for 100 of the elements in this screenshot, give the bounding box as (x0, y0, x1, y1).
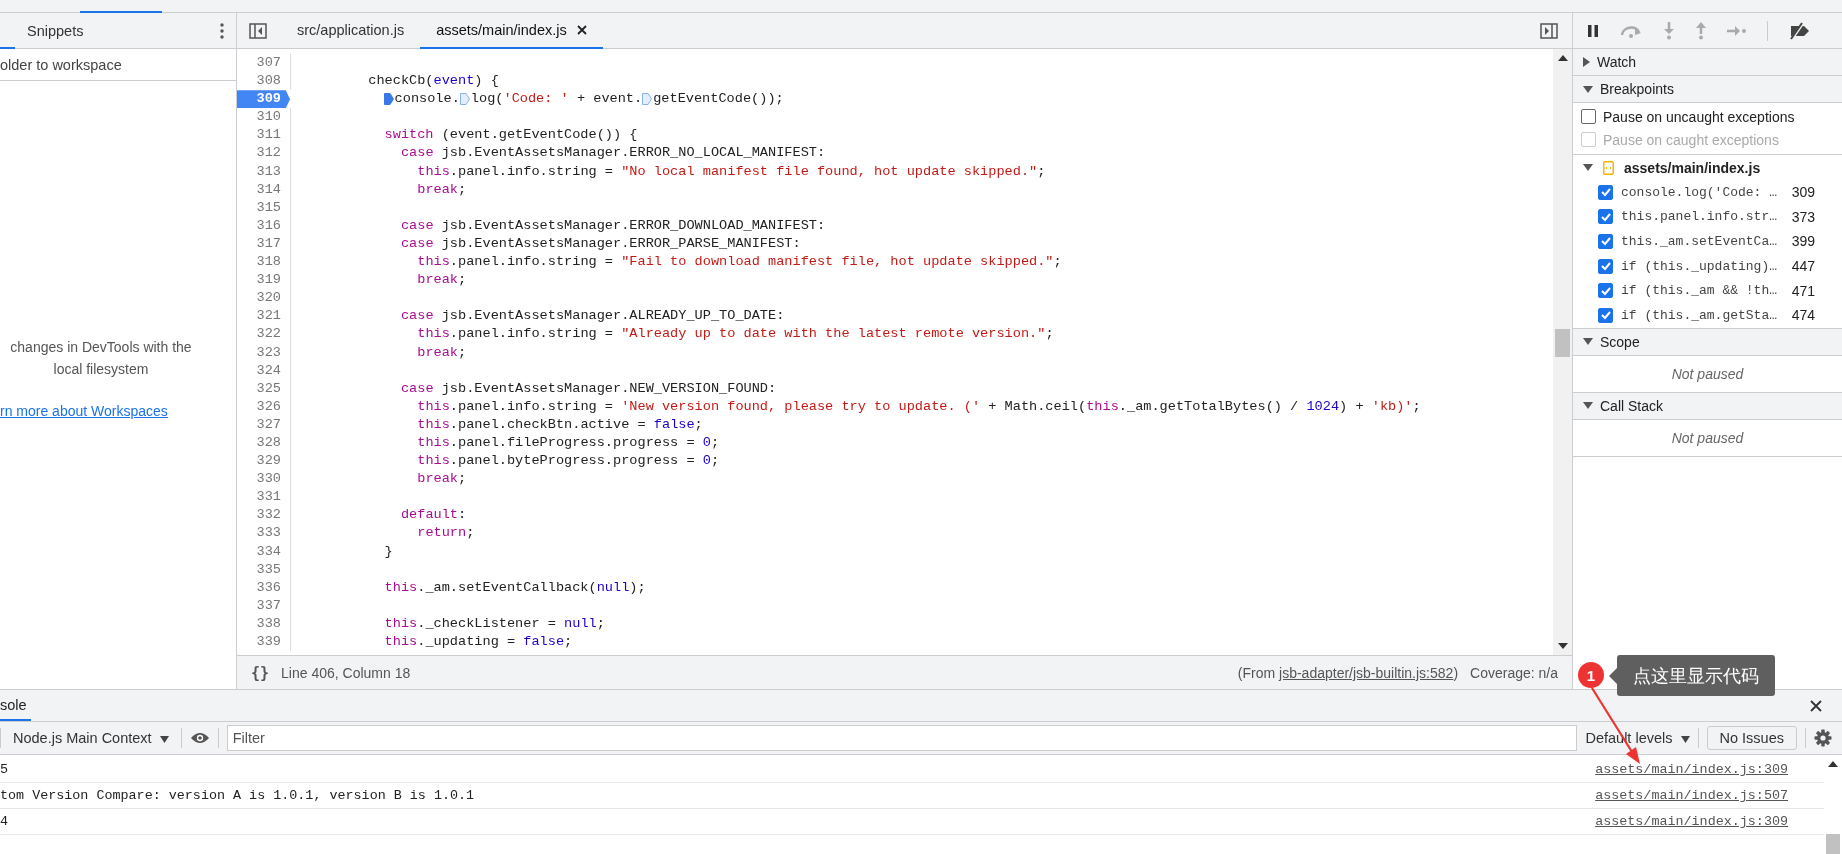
line-number: 308 (237, 72, 291, 91)
toggle-debugger-icon[interactable] (1540, 22, 1558, 39)
pause-icon[interactable] (1587, 23, 1599, 38)
line-number: 321 (237, 307, 291, 326)
file-icon (1603, 160, 1614, 175)
breakpoint-line: 373 (1790, 208, 1815, 225)
line-number: 322 (237, 325, 291, 344)
code-line: this.panel.info.string = "Already up to date with the latest remote version."; (417, 325, 1054, 344)
code-line: this.panel.byteProgress.progress = 0; (417, 452, 720, 471)
checkbox[interactable] (1598, 258, 1613, 274)
line-number: 328 (237, 433, 291, 453)
console-message: 4 (0, 814, 10, 829)
line-number: 333 (237, 524, 291, 543)
checkbox[interactable] (1581, 109, 1596, 124)
code-line: return; (417, 524, 475, 543)
line-number: 325 (237, 379, 291, 398)
breakpoint-line: 471 (1790, 282, 1815, 299)
more-options-icon[interactable] (220, 22, 224, 39)
code-line: } (384, 542, 393, 561)
scroll-up-icon[interactable] (1828, 761, 1838, 767)
pretty-print-button[interactable]: {} (251, 663, 270, 682)
status-message: Not paused (1671, 429, 1744, 446)
file-tab[interactable]: src/application.js (281, 13, 421, 49)
section-header[interactable]: Scope (1573, 328, 1842, 356)
source-text: (From jsb-adapter/jsb-builtin.js:582) (1237, 664, 1459, 681)
line-number: 338 (237, 614, 291, 633)
checkbox[interactable] (1598, 184, 1613, 200)
checkbox-label[interactable]: Pause on uncaught exceptions (1603, 108, 1795, 125)
breakpoint-line: 474 (1790, 307, 1815, 324)
code-line: this._checkListener = null; (384, 614, 605, 633)
inline-breakpoint-icon[interactable] (383, 93, 394, 106)
status-message: Not paused (1671, 365, 1744, 382)
line-number: 339 (237, 633, 291, 652)
checkbox[interactable] (1598, 307, 1613, 323)
code-line: this.panel.info.string = 'New version found, please try to update. (' + Math.ceil(this._am.getTotalBytes() / 1024) + 'kb)'; (417, 397, 1421, 416)
checkbox[interactable] (1598, 234, 1613, 249)
cursor-position: Line 406, Column 18 (281, 664, 411, 681)
caret-icon[interactable] (1680, 736, 1690, 743)
code-line: switch (event.getEventCode()) { (384, 126, 638, 145)
line-number: 318 (237, 253, 291, 272)
line-number: 332 (237, 506, 291, 525)
line-number: 320 (237, 289, 291, 308)
source-link[interactable]: jsb-adapter/jsb-builtin.js:582 (1279, 664, 1454, 681)
scrollbar-thumb[interactable] (1555, 329, 1570, 357)
code-line: this._am.setEventCallback(null); (384, 578, 646, 597)
annotation-tooltip: 点这里显示代码 (1617, 655, 1775, 696)
scroll-down-icon[interactable] (1557, 643, 1568, 649)
source-link[interactable]: assets/main/index.js:309 (1595, 814, 1788, 829)
line-number: 324 (237, 361, 291, 380)
code-text: log( (470, 90, 504, 109)
line-number: 331 (237, 488, 291, 507)
add-folder-text[interactable]: older to workspace (0, 56, 122, 73)
workspaces-link[interactable]: rn more about Workspaces (0, 403, 168, 419)
line-number: 313 (237, 162, 291, 181)
breakpoint-line: 309 (1790, 184, 1815, 201)
file-name[interactable]: assets/main/index.js (1624, 159, 1761, 176)
expand-arrow-icon[interactable] (1583, 164, 1593, 171)
eye-icon[interactable] (189, 731, 210, 745)
hint-text: local filesystem (53, 361, 149, 377)
line-number: 310 (237, 108, 291, 127)
close-icon[interactable] (576, 25, 587, 35)
section-header[interactable]: Breakpoints (1573, 76, 1842, 103)
filter-field[interactable]: Filter (226, 725, 1578, 751)
deactivate-breakpoints-icon[interactable] (1788, 21, 1812, 40)
code-line: case jsb.EventAssetsManager.ERROR_PARSE_MANIFEST: (400, 234, 801, 253)
settings-icon[interactable] (1814, 729, 1832, 747)
toggle-navigator-icon[interactable] (249, 22, 267, 39)
console-message: tom Version Compare: version A is 1.0.1, version B is 1.0.1 (0, 788, 476, 803)
scroll-up-icon[interactable] (1557, 55, 1568, 61)
source-link[interactable]: assets/main/index.js:507 (1595, 788, 1788, 803)
code-line: break; (417, 271, 467, 290)
line-number: 317 (237, 234, 291, 254)
line-number: 330 (237, 470, 291, 489)
checkbox[interactable] (1598, 209, 1613, 225)
context-dropdown[interactable]: Node.js Main Context (9, 730, 173, 746)
close-icon[interactable] (1810, 699, 1822, 712)
section-header[interactable]: Call Stack (1573, 392, 1842, 420)
checkbox[interactable] (1598, 283, 1613, 299)
line-number: 337 (237, 596, 291, 615)
line-number: 314 (237, 180, 291, 199)
hint-text: changes in DevTools with the (10, 339, 192, 355)
line-number: 334 (237, 542, 291, 561)
source-link[interactable]: assets/main/index.js:309 (1595, 762, 1788, 777)
issues-button[interactable]: No Issues (1706, 726, 1797, 750)
breakpoint-line: 399 (1790, 233, 1815, 250)
code-line: this.panel.info.string = "Fail to download manifest file, hot update skipped."; (417, 253, 1062, 272)
scrollbar-thumb[interactable] (1826, 834, 1840, 854)
line-number: 312 (237, 144, 291, 163)
code-line: case jsb.EventAssetsManager.NEW_VERSION_FOUND: (400, 379, 777, 398)
code-line: break; (417, 180, 467, 199)
line-number: 327 (237, 415, 291, 434)
code-line: checkCb(event) { (368, 72, 499, 91)
code-text: 'Code: ' (503, 90, 569, 109)
caret-icon[interactable] (159, 736, 169, 743)
file-tab[interactable]: assets/main/index.js (420, 13, 603, 49)
line-number: 323 (237, 343, 291, 362)
code-line: case jsb.EventAssetsManager.ERROR_NO_LOCAL_MANIFEST: (400, 144, 826, 163)
line-number: 309 (237, 90, 290, 109)
line-number: 307 (237, 54, 291, 73)
section-header[interactable]: Watch (1573, 49, 1842, 76)
